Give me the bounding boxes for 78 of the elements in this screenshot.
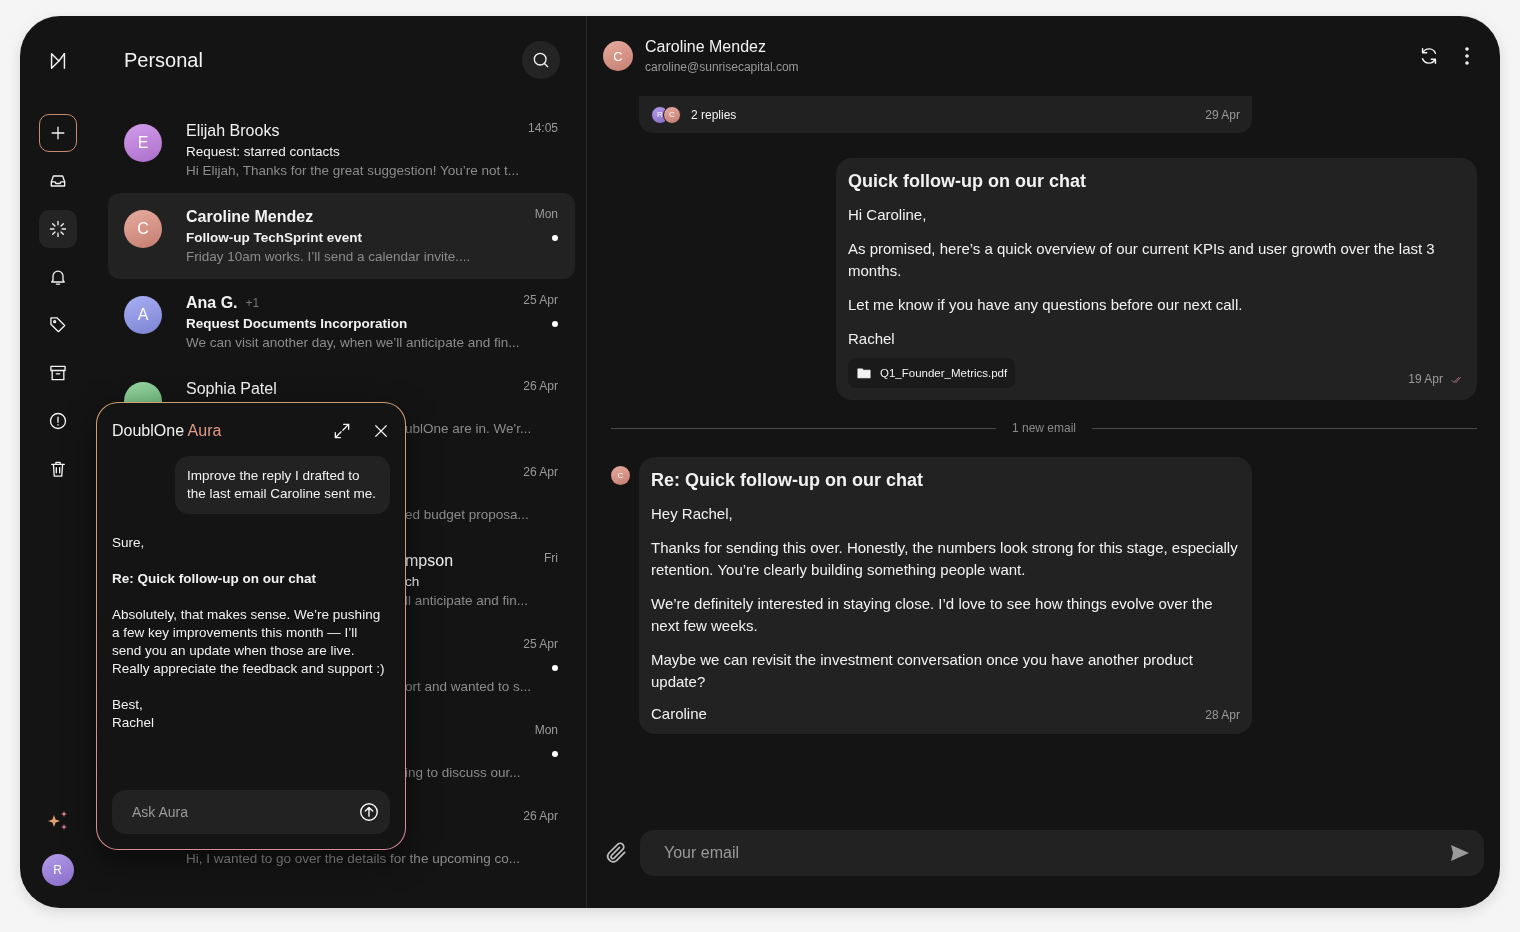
search-button[interactable] bbox=[522, 41, 560, 79]
mail-preview: We can visit another day, when we’ll anticipate and fin... bbox=[186, 334, 520, 350]
archive-icon bbox=[47, 363, 68, 383]
mail-preview: Hi, I wanted to go over the details for the upcoming co... bbox=[186, 850, 520, 866]
send-icon[interactable] bbox=[1450, 844, 1470, 862]
message-date: 19 Apr bbox=[1408, 372, 1443, 386]
more-icon[interactable] bbox=[1464, 46, 1470, 66]
folder-icon bbox=[856, 365, 872, 381]
mail-date: Mon bbox=[534, 206, 558, 221]
avatar: E bbox=[124, 124, 162, 162]
message-date: 29 Apr bbox=[1205, 107, 1240, 122]
mail-date: Fri bbox=[544, 550, 558, 565]
mail-preview: ing to discuss our... bbox=[405, 764, 521, 780]
mail-date: 26 Apr bbox=[523, 378, 558, 393]
alert-icon bbox=[47, 411, 68, 431]
search-icon bbox=[531, 50, 551, 70]
recipient-count: +1 bbox=[245, 296, 260, 310]
message-subject: Quick follow-up on our chat bbox=[848, 171, 1087, 192]
sender-name: mpson bbox=[405, 552, 454, 570]
compose-button[interactable] bbox=[38, 114, 77, 152]
message-signature: Caroline bbox=[651, 705, 707, 722]
mail-date: 26 Apr bbox=[523, 464, 558, 479]
mail-subject: Request: starred contacts bbox=[186, 144, 340, 159]
expand-icon[interactable] bbox=[332, 421, 352, 441]
mail-preview: ed budget proposa... bbox=[405, 506, 529, 522]
message-paragraph: We’re definitely interested in staying close. I’d love to see how things evolve over the next few weeks. bbox=[651, 594, 1214, 636]
contact-name: Caroline Mendez bbox=[645, 37, 767, 56]
send-up-icon[interactable] bbox=[358, 801, 380, 823]
tag-icon bbox=[47, 315, 68, 335]
divider-label: 1 new email bbox=[1012, 421, 1076, 435]
message-paragraph: Thanks for sending this over. Honestly, the numbers look strong for this stage, especially retention. You’re clearly building something people want. bbox=[651, 538, 1239, 580]
assistant-reply-text: Re: Quick follow-up on our chat bbox=[112, 570, 317, 588]
message-paragraph: Hey Rachel, bbox=[651, 504, 734, 524]
ask-field[interactable]: Ask Aura bbox=[112, 790, 390, 834]
sender-name: Elijah Brooks bbox=[186, 122, 280, 140]
mail-preview: ort and wanted to s... bbox=[405, 678, 532, 694]
folder-title: Personal bbox=[124, 48, 204, 72]
assistant-title: DoublOne Aura bbox=[112, 422, 223, 440]
sender-name: Ana G. bbox=[186, 294, 238, 312]
avatar: A bbox=[124, 296, 162, 334]
message-paragraph: Hi Caroline, bbox=[848, 205, 928, 225]
mail-date: 25 Apr bbox=[523, 636, 558, 651]
message-paragraph: Let me know if you have any questions before our next call. bbox=[848, 295, 1244, 315]
nav-button[interactable] bbox=[38, 210, 77, 248]
avatar: C bbox=[611, 466, 630, 485]
assistant-reply-text: Best, Rachel bbox=[112, 696, 156, 732]
message-subject: Re: Quick follow-up on our chat bbox=[651, 470, 924, 491]
replies-count: 2 replies bbox=[691, 107, 737, 122]
assistant-reply-text: Sure, bbox=[112, 534, 146, 552]
prompt-bubble: Improve the reply I drafted to the last email Caroline sent me. bbox=[175, 456, 390, 514]
email-input[interactable]: Your email bbox=[640, 830, 1484, 876]
assistant-reply-text: Absolutely, that makes sense. We’re pushing a few key improvements this month — I’ll send you an update when those are live. Really appreciate the feedback and support :) bbox=[112, 606, 386, 678]
mail-preview: Hi Elijah, Thanks for the great suggestion! You’re not t... bbox=[186, 162, 519, 178]
mail-row[interactable]: C Caroline Mendez Mon Follow-up TechSprint event Friday 10am works. I’ll send a calendar invite.... bbox=[108, 193, 575, 279]
mail-subject: ch bbox=[405, 574, 420, 589]
mail-subject: Request Documents Incorporation bbox=[186, 316, 408, 331]
mail-preview: Friday 10am works. I’ll send a calendar invite.... bbox=[186, 248, 471, 264]
mail-date: Mon bbox=[534, 722, 558, 737]
mail-date: 26 Apr bbox=[523, 808, 558, 823]
mail-subject: Follow-up TechSprint event bbox=[186, 230, 362, 245]
message-paragraph: As promised, here’s a quick overview of our current KPIs and user growth over the last 3 months. bbox=[848, 239, 1436, 281]
mail-preview: ublOne are in. We'r... bbox=[405, 420, 532, 436]
avatar: C bbox=[663, 105, 681, 124]
message-paragraph: Maybe we can revisit the investment conversation once you have another product update? bbox=[651, 650, 1194, 692]
avatar: C bbox=[603, 41, 633, 71]
collapsed-replies[interactable]: R C 2 replies 29 Apr bbox=[639, 96, 1252, 133]
message-date: 28 Apr bbox=[1205, 708, 1240, 722]
attachment-chip[interactable]: Q1_Founder_Metrics.pdf bbox=[848, 358, 1016, 388]
sender-name: Caroline Mendez bbox=[186, 208, 314, 226]
close-icon[interactable] bbox=[372, 422, 390, 440]
avatar: C bbox=[124, 210, 162, 248]
message-paragraph: Rachel bbox=[848, 329, 896, 349]
sender-name: Sophia Patel bbox=[186, 380, 277, 398]
mail-preview: ll anticipate and fin... bbox=[405, 592, 529, 608]
loader-icon bbox=[47, 219, 68, 239]
mail-date: 25 Apr bbox=[523, 292, 558, 307]
contact-email: caroline@sunrisecapital.com bbox=[645, 59, 800, 74]
mail-date: 14:05 bbox=[527, 120, 558, 135]
